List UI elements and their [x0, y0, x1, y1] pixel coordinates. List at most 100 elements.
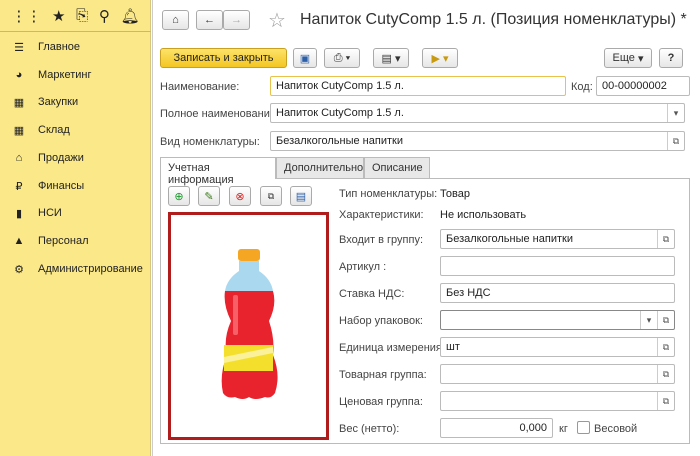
back-button[interactable]: ← — [196, 10, 223, 30]
type-label: Тип номенклатуры: — [339, 188, 438, 200]
weight-input[interactable]: 0,000 — [440, 418, 553, 438]
sidebar-item-purchases[interactable]: ▦ Закупки — [12, 93, 78, 111]
goods-group-label: Товарная группа: — [339, 369, 427, 381]
sidebar-item-label: Финансы — [38, 180, 85, 192]
favorites-star-icon[interactable]: ★ — [52, 7, 65, 25]
sidebar-item-warehouse[interactable]: ▦ Склад — [12, 121, 70, 139]
home-icon: ⌂ — [172, 14, 179, 26]
characteristics-label: Характеристики: — [339, 209, 424, 221]
product-image — [168, 212, 329, 440]
report-icon: ▤ ▾ — [381, 52, 401, 65]
weighted-checkbox[interactable] — [577, 421, 590, 434]
open-icon[interactable]: ⧉ — [657, 365, 674, 383]
tab-additional[interactable]: Дополнительно — [276, 157, 364, 178]
open-icon[interactable]: ⧉ — [657, 392, 674, 410]
article-label: Артикул : — [339, 261, 387, 273]
goods-group-input[interactable]: ⧉ — [440, 364, 675, 384]
sidebar-item-finance[interactable]: ₽ Финансы — [12, 177, 85, 195]
unit-value: шт — [446, 341, 460, 353]
kind-value: Безалкогольные напитки — [276, 135, 403, 147]
save-close-button[interactable]: Записать и закрыть — [160, 48, 287, 68]
open-icon[interactable]: ⧉ — [657, 338, 674, 356]
sidebar-item-label: НСИ — [38, 207, 62, 219]
sidebar-item-nsi[interactable]: ▮ НСИ — [12, 204, 62, 222]
favorite-star-icon[interactable]: ☆ — [268, 8, 286, 33]
fullname-input[interactable]: Напиток CutyComp 1.5 л. ▾ — [270, 103, 685, 123]
forward-button[interactable]: → — [223, 10, 250, 30]
files-icon: ▤ — [295, 190, 307, 203]
sidebar-item-label: Маркетинг — [38, 69, 92, 81]
bottle-image — [221, 249, 278, 399]
fullname-label: Полное наименование: — [160, 108, 280, 120]
dropdown-arrow-icon[interactable]: ▾ — [667, 104, 684, 122]
sidebar-item-personnel[interactable]: ▲ Персонал — [12, 232, 89, 250]
print-button[interactable]: ⎙ ▾ — [324, 48, 360, 68]
sidebar-item-label: Персонал — [38, 235, 89, 247]
reports-button[interactable]: ▤ ▾ — [373, 48, 409, 68]
sidebar-toolbar: ⋮⋮ ★ ⎘ ⚲ 🔔︎ — [0, 0, 151, 32]
open-icon[interactable]: ⧉ — [657, 230, 674, 248]
name-label: Наименование: — [160, 81, 240, 93]
select-image-button[interactable]: ▤ — [290, 186, 312, 206]
code-label: Код: — [571, 81, 593, 93]
help-button[interactable]: ? — [659, 48, 683, 68]
sidebar: ⋮⋮ ★ ⎘ ⚲ 🔔︎ ☰ Главное ◕ Маркетинг ▦ Закупки… — [0, 0, 151, 456]
open-icon: ⧉ — [267, 190, 275, 201]
pencil-icon: ✎ — [204, 190, 214, 203]
kind-input[interactable]: Безалкогольные напитки ⧉ — [270, 131, 685, 151]
pie-chart-icon: ◕ — [15, 69, 23, 81]
weight-label: Вес (нетто): — [339, 423, 400, 435]
history-icon[interactable]: ⎘ — [76, 7, 88, 24]
unit-input[interactable]: шт ⧉ — [440, 337, 675, 357]
sidebar-item-main[interactable]: ☰ Главное — [12, 38, 80, 56]
sidebar-item-marketing[interactable]: ◕ Маркетинг — [12, 66, 92, 84]
edit-image-button[interactable]: ✎ — [198, 186, 220, 206]
create-based-button[interactable]: ▶ ▾ — [422, 48, 458, 68]
create-based-icon: ▶ ▾ — [431, 52, 449, 65]
vat-label: Ставка НДС: — [339, 288, 405, 300]
home-button[interactable]: ⌂ — [162, 10, 189, 30]
printer-icon: ⎙ ▾ — [333, 51, 351, 64]
arrow-right-icon: → — [231, 14, 242, 26]
group-label: Входит в группу: — [339, 234, 423, 246]
floppy-icon: ▣ — [299, 52, 311, 65]
gear-icon: ⚙ — [14, 263, 24, 276]
more-button[interactable]: Еще ▾ — [604, 48, 652, 68]
delete-image-button[interactable]: ⊗ — [229, 186, 251, 206]
search-icon[interactable]: ⚲ — [99, 7, 110, 25]
add-image-button[interactable]: ⊕ — [168, 186, 190, 206]
vat-input[interactable]: Без НДС — [440, 283, 675, 303]
apps-grid-icon[interactable]: ⋮⋮ — [11, 7, 41, 25]
kind-label: Вид номенклатуры: — [160, 136, 260, 148]
person-icon: ▲ — [13, 235, 25, 247]
open-image-button[interactable]: ⧉ — [260, 186, 282, 206]
open-icon[interactable]: ⧉ — [657, 311, 674, 329]
price-group-input[interactable]: ⧉ — [440, 391, 675, 411]
group-value: Безалкогольные напитки — [446, 233, 573, 245]
type-value: Товар — [440, 188, 470, 200]
notifications-bell-icon[interactable]: 🔔︎ — [121, 7, 140, 25]
group-input[interactable]: Безалкогольные напитки ⧉ — [440, 229, 675, 249]
weighted-label: Весовой — [594, 423, 638, 435]
ruble-icon: ₽ — [15, 180, 23, 193]
tab-description[interactable]: Описание — [364, 157, 430, 178]
tab-accounting[interactable]: Учетная информация — [160, 157, 276, 186]
sidebar-item-sales[interactable]: ⌂ Продажи — [12, 149, 84, 167]
code-input[interactable]: 00-00000002 — [596, 76, 690, 96]
article-input[interactable] — [440, 256, 675, 276]
name-input[interactable]: Напиток CutyComp 1.5 л. — [270, 76, 566, 96]
page-title: Напиток CutyComp 1.5 л. (Позиция номенкл… — [300, 11, 687, 28]
characteristics-value: Не использовать — [440, 209, 527, 221]
open-icon[interactable]: ⧉ — [667, 132, 684, 150]
fullname-value: Напиток CutyComp 1.5 л. — [276, 107, 404, 119]
cart-icon: ▦ — [13, 96, 25, 109]
menu-icon: ☰ — [14, 41, 24, 54]
delete-circle-icon: ⊗ — [235, 190, 245, 203]
sidebar-item-admin[interactable]: ⚙ Администрирование — [12, 260, 143, 278]
save-button[interactable]: ▣ — [293, 48, 317, 68]
warehouse-icon: ▦ — [13, 124, 25, 137]
dropdown-arrow-icon[interactable]: ▾ — [640, 311, 657, 329]
plus-circle-icon: ⊕ — [174, 190, 184, 203]
sidebar-item-label: Главное — [38, 41, 81, 53]
packages-input[interactable]: ▾ ⧉ — [440, 310, 675, 330]
